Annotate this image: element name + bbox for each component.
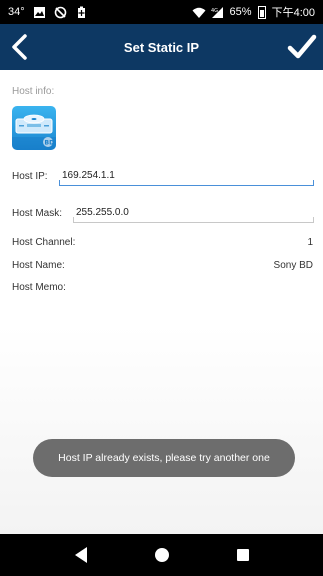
host-channel-value: 1 <box>307 237 313 248</box>
battery-saver-icon <box>75 6 88 19</box>
back-button[interactable] <box>4 32 34 62</box>
wifi-icon <box>192 6 206 19</box>
battery-icon <box>257 5 266 19</box>
page-title: Set Static IP <box>123 39 200 55</box>
home-circle-icon <box>154 548 169 562</box>
toast-text: Host IP already exists, please try anoth… <box>58 452 270 464</box>
checkmark-icon <box>287 34 317 59</box>
recents-square-icon <box>236 549 249 561</box>
toast-message: Host IP already exists, please try anoth… <box>33 439 295 477</box>
battery-percent-text: 65% <box>229 6 252 18</box>
host-memo-label: Host Memo: <box>12 282 66 293</box>
system-nav-bar <box>0 534 323 576</box>
host-mask-input[interactable] <box>73 203 314 223</box>
nav-back-button[interactable] <box>66 540 96 570</box>
host-ip-input[interactable] <box>59 166 314 186</box>
title-bar: Set Static IP <box>0 24 323 70</box>
clock-text: 下午4:00 <box>271 7 315 19</box>
host-info-label: Host info: <box>12 86 55 97</box>
signal-icon: 4G <box>211 6 224 19</box>
chevron-left-icon <box>12 34 27 60</box>
host-channel-label: Host Channel: <box>12 237 76 248</box>
back-triangle-icon <box>74 547 87 563</box>
svg-text:4G: 4G <box>211 8 218 14</box>
confirm-button[interactable] <box>285 32 319 62</box>
temperature-text: 34° <box>8 6 25 18</box>
host-mask-label: Host Mask: <box>12 208 63 219</box>
nav-recents-button[interactable] <box>228 540 258 570</box>
bluray-player-icon: BD <box>12 106 56 150</box>
host-name-value: Sony BD <box>273 260 313 271</box>
no-sync-icon <box>54 6 67 19</box>
image-icon <box>33 6 46 19</box>
nav-home-button[interactable] <box>147 540 177 570</box>
status-bar: 34° 4G 65% 下午4:00 <box>0 0 323 24</box>
host-name-label: Host Name: <box>12 260 65 271</box>
host-ip-label: Host IP: <box>12 171 48 182</box>
